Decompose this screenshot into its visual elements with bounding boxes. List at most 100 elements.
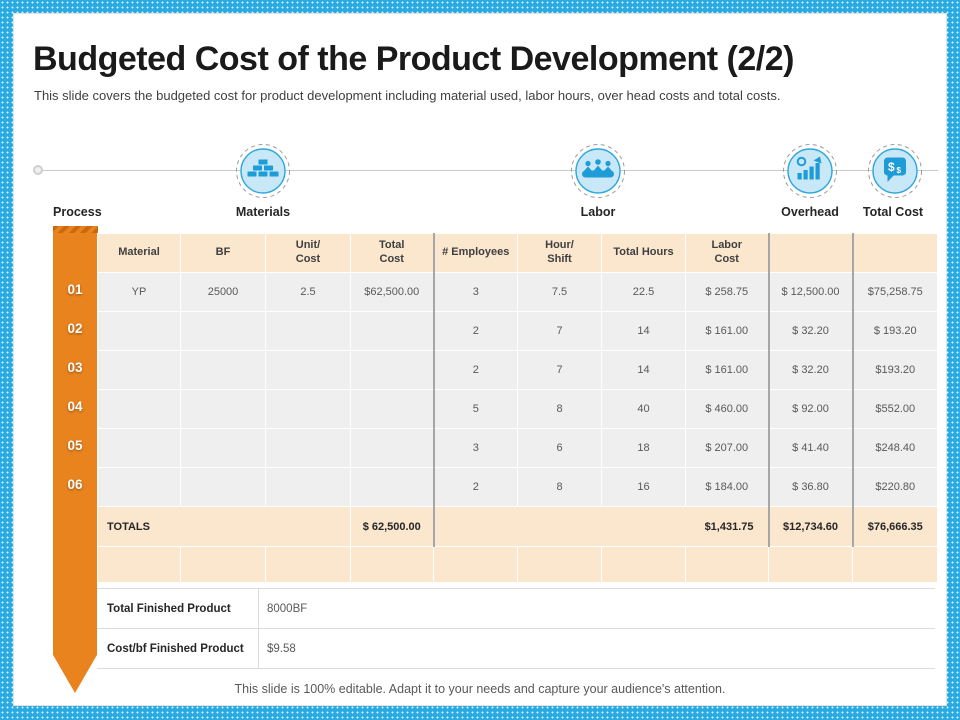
table-cell: 8 <box>518 468 602 507</box>
flow-start-dot <box>33 165 43 175</box>
page-title: Budgeted Cost of the Product Development… <box>33 40 793 79</box>
table-cell <box>98 312 181 351</box>
table-cell: $ 36.80 <box>769 468 853 507</box>
grand-total: $76,666.35 <box>853 507 938 547</box>
summary-label: Total Finished Product <box>97 589 259 629</box>
table-cell: 5 <box>434 390 518 429</box>
svg-text:$: $ <box>897 166 902 175</box>
table-cell: 25000 <box>181 273 266 312</box>
summary-value: $9.58 <box>259 629 936 669</box>
table-cell: 2.5 <box>266 273 351 312</box>
col-header <box>769 234 853 273</box>
col-header: BF <box>181 234 266 273</box>
table-cell <box>181 429 266 468</box>
table-cell: $ 161.00 <box>686 351 769 390</box>
page-subtitle: This slide covers the budgeted cost for … <box>34 88 834 103</box>
editable-note: This slide is 100% editable. Adapt it to… <box>0 682 960 696</box>
bricks-icon <box>235 143 291 199</box>
budget-table: Material BF Unit/ Cost Total Cost # Empl… <box>97 233 938 583</box>
table-cell: 8 <box>518 390 602 429</box>
spacer-cell <box>266 547 351 583</box>
table-cell: 2 <box>434 351 518 390</box>
table-header-row: Material BF Unit/ Cost Total Cost # Empl… <box>98 234 938 273</box>
spacer-cell <box>181 547 266 583</box>
spacer-cell <box>853 547 938 583</box>
table-cell <box>98 468 181 507</box>
summary-value: 8000BF <box>259 589 936 629</box>
table-cell: 16 <box>602 468 686 507</box>
table-row: YP 25000 2.5 $62,500.00 3 7.5 22.5 $ 258… <box>98 273 938 312</box>
overhead-total: $12,734.60 <box>769 507 853 547</box>
summary-label: Cost/bf Finished Product <box>97 629 259 669</box>
table-cell: $552.00 <box>853 390 938 429</box>
spacer-cell <box>602 547 686 583</box>
summary-row: Cost/bf Finished Product $9.58 <box>97 629 935 669</box>
table-cell: $75,258.75 <box>853 273 938 312</box>
col-header: Hour/ Shift <box>518 234 602 273</box>
ribbon-hatch-stripe <box>53 226 98 233</box>
table-cell: 7.5 <box>518 273 602 312</box>
table-cell: $ 258.75 <box>686 273 769 312</box>
table-cell: $ 161.00 <box>686 312 769 351</box>
table-cell <box>351 429 434 468</box>
col-header: # Employees <box>434 234 518 273</box>
table-cell: $ 92.00 <box>769 390 853 429</box>
table-cell: 2 <box>434 312 518 351</box>
stage-label-overhead: Overhead <box>781 205 839 219</box>
col-header: Total Cost <box>351 234 434 273</box>
process-step-number: 04 <box>53 399 97 417</box>
table-cell: 18 <box>602 429 686 468</box>
stage-label-materials: Materials <box>236 205 290 219</box>
table-cell: $ 12,500.00 <box>769 273 853 312</box>
table-cell: 7 <box>518 351 602 390</box>
cost-bubble-icon: $ $ <box>867 143 923 199</box>
table-cell: 14 <box>602 351 686 390</box>
table-cell: $ 32.20 <box>769 312 853 351</box>
col-header: Unit/ Cost <box>266 234 351 273</box>
table-cell <box>266 312 351 351</box>
col-header: Labor Cost <box>686 234 769 273</box>
materials-total: $ 62,500.00 <box>351 507 434 547</box>
process-step-number: 02 <box>53 321 97 339</box>
col-header <box>853 234 938 273</box>
table-cell <box>98 351 181 390</box>
process-step-number: 03 <box>53 360 97 378</box>
growth-chart-icon <box>782 143 838 199</box>
table-cell: 14 <box>602 312 686 351</box>
table-cell <box>351 312 434 351</box>
table-cell: $ 193.20 <box>853 312 938 351</box>
col-header: Material <box>98 234 181 273</box>
team-icon <box>570 143 626 199</box>
table-cell <box>181 468 266 507</box>
table-cell <box>98 429 181 468</box>
table-cell <box>181 312 266 351</box>
table-cell <box>351 351 434 390</box>
spacer-cell <box>769 547 853 583</box>
spacer-cell <box>518 547 602 583</box>
process-column-label: Process <box>53 205 102 219</box>
table-cell: $220.80 <box>853 468 938 507</box>
table-cell <box>266 429 351 468</box>
table-row: 3 6 18 $ 207.00 $ 41.40 $248.40 <box>98 429 938 468</box>
table-cell: $193.20 <box>853 351 938 390</box>
table-cell: 2 <box>434 468 518 507</box>
process-step-number: 06 <box>53 477 97 495</box>
totals-row: TOTALS $ 62,500.00 $1,431.75 $12,734.60 … <box>98 507 938 547</box>
col-header: Total Hours <box>602 234 686 273</box>
table-row: 5 8 40 $ 460.00 $ 92.00 $552.00 <box>98 390 938 429</box>
table-cell: $ 184.00 <box>686 468 769 507</box>
totals-label: TOTALS <box>98 507 351 547</box>
table-cell: 3 <box>434 429 518 468</box>
table-cell <box>266 351 351 390</box>
table-row: 2 7 14 $ 161.00 $ 32.20 $193.20 <box>98 351 938 390</box>
spacer-cell <box>98 547 181 583</box>
table-cell: 6 <box>518 429 602 468</box>
table-cell: 40 <box>602 390 686 429</box>
table-cell <box>98 390 181 429</box>
summary-row: Total Finished Product 8000BF <box>97 589 935 629</box>
table-cell: $ 41.40 <box>769 429 853 468</box>
table-cell <box>266 468 351 507</box>
process-step-number: 01 <box>53 282 97 300</box>
table-cell: 22.5 <box>602 273 686 312</box>
svg-text:$: $ <box>888 160 895 174</box>
